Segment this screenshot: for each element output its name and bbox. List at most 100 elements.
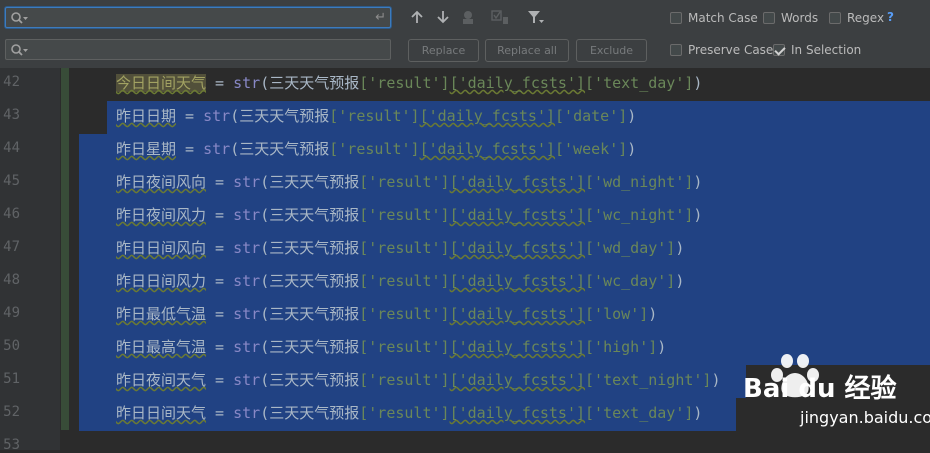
dict-variable: 三天天气预报 (269, 371, 360, 389)
line-number: 45 (3, 173, 20, 189)
filter-icon[interactable] (527, 8, 545, 26)
paren: ( (260, 239, 270, 257)
code-line[interactable]: 今日日间天气 = str(三天天气预报['result']['daily_fcs… (116, 72, 702, 93)
paren: ( (260, 404, 270, 422)
line-number: 49 (3, 305, 20, 321)
watermark-logo: Bai du 经验 (743, 374, 897, 404)
field-key: wc_night (603, 206, 676, 224)
code-line[interactable]: 昨日日期 = str(三天天气预报['result']['daily_fcsts… (116, 105, 636, 126)
code-line[interactable]: 昨日最低气温 = str(三天天气预报['result']['daily_fcs… (116, 303, 657, 324)
bracket: '] (657, 239, 676, 257)
builtin-function: str (233, 206, 261, 224)
enter-icon[interactable]: ↵ (375, 10, 386, 25)
string-key: ['daily_fcsts'] (449, 239, 586, 257)
line-number: 47 (3, 239, 20, 255)
assign-operator: = (206, 305, 234, 323)
regex-label: Regex (847, 11, 885, 25)
line-number: 43 (3, 107, 20, 123)
variable-name: 昨日日间风力 (116, 272, 207, 290)
assign-operator: = (206, 74, 234, 92)
field-key: wd_day (603, 239, 658, 257)
search-history-icon[interactable] (10, 11, 28, 25)
find-replace-bar: ↵ Match Case Words Regex ? Replace Repla… (0, 0, 930, 68)
replace-history-icon[interactable] (10, 43, 28, 57)
field-key: text_day (603, 74, 676, 92)
assign-operator: = (206, 272, 234, 290)
replace-all-button[interactable]: Replace all (485, 39, 569, 62)
paren: ( (260, 305, 270, 323)
in-selection-checkbox[interactable] (773, 44, 785, 56)
assign-operator: = (206, 338, 234, 356)
field-key: text_day (603, 404, 676, 422)
assign-operator: = (206, 173, 234, 191)
assign-operator: = (206, 404, 234, 422)
bracket: '] (675, 74, 694, 92)
words-option[interactable]: Words (763, 11, 818, 25)
search-input[interactable] (32, 9, 372, 26)
variable-name: 昨日最低气温 (116, 305, 207, 323)
field-key: text_night (603, 371, 694, 389)
paren: ( (260, 371, 270, 389)
variable-name: 昨日日期 (116, 107, 177, 125)
words-label: Words (781, 11, 819, 25)
select-all-occurrences-icon[interactable] (491, 8, 509, 26)
builtin-function: str (233, 338, 261, 356)
bracket: [' (585, 206, 604, 224)
string-key: ['daily_fcsts'] (449, 272, 586, 290)
vcs-change-marker[interactable] (61, 68, 69, 430)
builtin-function: str (233, 404, 261, 422)
paren: ( (230, 107, 240, 125)
paren: ( (260, 272, 270, 290)
regex-checkbox[interactable] (829, 12, 841, 24)
assign-operator: = (176, 107, 204, 125)
paren: ) (657, 338, 667, 356)
field-key: date (573, 107, 610, 125)
code-line[interactable]: 昨日夜间天气 = str(三天天气预报['result']['daily_fcs… (116, 369, 721, 390)
arrow-down-icon[interactable] (434, 8, 452, 26)
string-key: ['result'] (359, 371, 450, 389)
replace-button[interactable]: Replace (408, 39, 479, 62)
preserve-case-checkbox[interactable] (670, 44, 682, 56)
exclude-button[interactable]: Exclude (576, 39, 647, 62)
code-line[interactable]: 昨日夜间风向 = str(三天天气预报['result']['daily_fcs… (116, 171, 702, 192)
match-case-checkbox[interactable] (670, 12, 682, 24)
preserve-case-option[interactable]: Preserve Case (670, 43, 773, 57)
find-in-path-icon[interactable] (459, 8, 477, 26)
paren: ) (693, 404, 703, 422)
words-checkbox[interactable] (763, 12, 775, 24)
regex-help-icon[interactable]: ? (887, 10, 894, 24)
code-line[interactable]: 昨日夜间风力 = str(三天天气预报['result']['daily_fcs… (116, 204, 702, 225)
regex-option[interactable]: Regex (829, 11, 884, 25)
line-number: 46 (3, 206, 20, 222)
match-case-option[interactable]: Match Case (670, 11, 758, 25)
code-line[interactable]: 昨日日间风向 = str(三天天气预报['result']['daily_fcs… (116, 237, 684, 258)
code-line[interactable]: 昨日日间天气 = str(三天天气预报['result']['daily_fcs… (116, 402, 702, 423)
builtin-function: str (203, 140, 231, 158)
variable-name: 昨日夜间风向 (116, 173, 207, 191)
arrow-up-icon[interactable] (408, 8, 426, 26)
field-key: wc_day (603, 272, 658, 290)
builtin-function: str (233, 239, 261, 257)
line-number: 44 (3, 140, 20, 156)
string-key: ['result'] (359, 338, 450, 356)
string-key: ['result'] (359, 74, 450, 92)
variable-name: 昨日日间天气 (116, 404, 207, 422)
assign-operator: = (206, 206, 234, 224)
builtin-function: str (203, 107, 231, 125)
bracket: [' (585, 404, 604, 422)
search-field[interactable]: ↵ (5, 7, 391, 28)
code-line[interactable]: 昨日最高气温 = str(三天天气预报['result']['daily_fcs… (116, 336, 666, 357)
dict-variable: 三天天气预报 (269, 74, 360, 92)
code-line[interactable]: 昨日日间风力 = str(三天天气预报['result']['daily_fcs… (116, 270, 684, 291)
builtin-function: str (233, 371, 261, 389)
string-key: ['result'] (359, 272, 450, 290)
variable-name: 昨日最高气温 (116, 338, 207, 356)
replace-input[interactable] (32, 41, 372, 58)
replace-field[interactable] (5, 39, 391, 60)
code-line[interactable]: 昨日星期 = str(三天天气预报['result']['daily_fcsts… (116, 138, 636, 159)
dict-variable: 三天天气预报 (269, 305, 360, 323)
field-key: low (603, 305, 631, 323)
watermark-url: jingyan.baidu.com (800, 408, 930, 427)
in-selection-option[interactable]: In Selection (773, 43, 861, 57)
bracket: '] (693, 371, 712, 389)
